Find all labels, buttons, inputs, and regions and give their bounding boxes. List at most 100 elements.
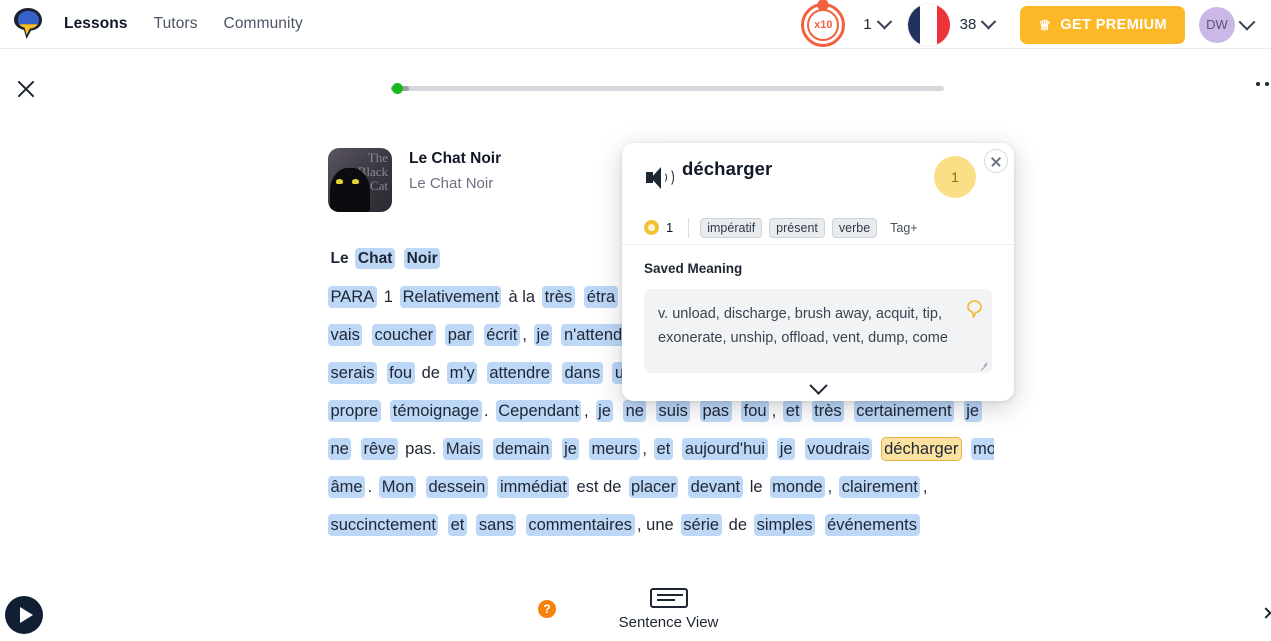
plain-text [575,286,585,308]
highlighted-word[interactable]: devant [688,476,743,498]
highlighted-word[interactable]: et [783,400,803,422]
highlighted-word[interactable]: sans [476,514,517,536]
help-button[interactable]: ? [538,600,556,618]
highlighted-word[interactable]: certainement [853,400,955,422]
resize-handle[interactable] [979,361,988,371]
close-lesson-button[interactable] [14,77,38,101]
tag-chip[interactable]: verbe [831,217,878,238]
highlighted-word[interactable]: placer [628,476,679,498]
highlighted-word[interactable]: je [534,324,552,346]
streak-multiplier-badge[interactable]: x10 [801,0,846,47]
plain-text: , une [637,516,679,534]
highlighted-word[interactable]: succinctement [328,514,439,536]
highlighted-word[interactable]: je [777,438,796,460]
highlighted-word[interactable]: aujourd'hui [682,438,768,460]
highlighted-word[interactable]: et [448,514,467,536]
chevron-down-icon[interactable] [1238,13,1256,31]
speaker-icon[interactable] [646,167,674,189]
known-words-dropdown[interactable]: 38 [950,13,1005,33]
highlighted-word[interactable]: Chat [355,248,395,269]
plain-text [844,400,854,422]
highlighted-word[interactable]: simples [754,514,816,536]
plain-text [488,476,498,498]
lesson-progress-bar[interactable] [391,83,944,94]
expand-popup-button[interactable] [622,376,1014,395]
highlighted-word[interactable]: âme [328,476,366,498]
highlighted-word[interactable]: je [595,400,614,422]
lingq-logo-icon[interactable] [0,7,56,41]
highlighted-word[interactable]: serais [328,362,378,384]
streak-count-dropdown[interactable]: 1 [853,13,899,33]
highlighted-word[interactable]: meurs [589,438,640,460]
status-badge[interactable]: 1 [934,156,976,198]
sentence-view-button[interactable]: Sentence View [605,588,732,631]
highlighted-word[interactable]: je [963,400,982,422]
highlighted-word[interactable]: je [561,438,580,460]
highlighted-word[interactable]: ne [328,438,352,460]
highlighted-word[interactable]: écrit [483,324,520,346]
highlighted-word[interactable]: par [445,324,475,346]
plain-text [381,400,391,422]
highlighted-word[interactable]: monde [769,476,826,498]
highlighted-word[interactable]: clairement [839,476,921,498]
selected-word[interactable]: décharger [880,437,962,461]
plain-text: est de [571,478,627,496]
sentence-view-label: Sentence View [618,614,719,631]
highlighted-word[interactable]: témoignage [390,400,482,422]
highlighted-word[interactable]: série [680,514,722,536]
popup-tags-row: 1 impératif présent verbe Tag+ [622,211,1014,245]
highlighted-word[interactable]: dessein [425,476,488,498]
highlighted-word[interactable]: commentaires [525,514,635,536]
highlighted-word[interactable]: coucher [371,324,436,346]
nav-item-community[interactable]: Community [224,15,303,33]
highlighted-word[interactable]: et [654,438,673,460]
ellipsis-icon[interactable] [1256,82,1269,86]
plain-text [815,514,825,536]
add-tag-button[interactable]: Tag+ [890,221,917,235]
highlighted-word[interactable]: Noir [404,248,441,269]
plain-text [416,476,426,498]
plain-text: le [745,478,768,496]
popup-body: Saved Meaning v. unload, discharge, brus… [622,245,1014,373]
highlighted-word[interactable]: vais [328,324,363,346]
highlighted-word[interactable]: fou [741,400,770,422]
highlighted-word[interactable]: PARA [328,286,377,308]
highlighted-word[interactable]: fou [386,362,415,384]
highlighted-word[interactable]: m'y [447,362,478,384]
tag-chip[interactable]: impératif [700,217,763,238]
highlighted-word[interactable]: rêve [360,438,399,460]
close-icon[interactable] [984,149,1008,173]
highlighted-word[interactable]: mon [970,438,994,460]
nav-item-tutors[interactable]: Tutors [154,15,198,33]
highlighted-word[interactable]: voudrais [804,438,873,460]
avatar[interactable]: DW [1199,6,1235,43]
highlighted-word[interactable]: Cependant [495,400,582,422]
plain-text: de [417,364,445,382]
chevron-right-icon[interactable] [1260,607,1271,619]
highlighted-word[interactable]: propre [328,400,381,422]
highlighted-word[interactable]: étra [584,286,618,308]
lesson-title: Le Chat Noir [409,150,502,167]
meaning-textarea[interactable]: v. unload, discharge, brush away, acquit… [644,289,992,373]
get-premium-button[interactable]: ♕ GET PREMIUM [1020,5,1185,44]
france-flag-icon[interactable] [907,3,950,46]
popup-header: décharger 1 [622,143,1014,211]
highlighted-word[interactable]: immédiat [497,476,570,498]
highlighted-word[interactable]: Mon [379,476,417,498]
highlighted-word[interactable]: pas [699,400,732,422]
highlighted-word[interactable]: ne [623,400,647,422]
play-audio-button[interactable] [5,596,43,634]
progress-handle[interactable] [392,83,403,94]
highlighted-word[interactable]: dans [561,362,603,384]
highlighted-word[interactable]: suis [656,400,691,422]
highlighted-word[interactable]: attendre [486,362,553,384]
highlighted-word[interactable]: Mais [443,438,484,460]
tag-chip[interactable]: présent [769,217,825,238]
highlighted-word[interactable]: demain [492,438,552,460]
highlighted-word[interactable]: événements [824,514,920,536]
highlighted-word[interactable]: très [542,286,575,308]
highlighted-word[interactable]: très [811,400,845,422]
chevron-down-icon [876,13,892,30]
highlighted-word[interactable]: Relativement [400,286,502,308]
nav-item-lessons[interactable]: Lessons [64,15,128,33]
